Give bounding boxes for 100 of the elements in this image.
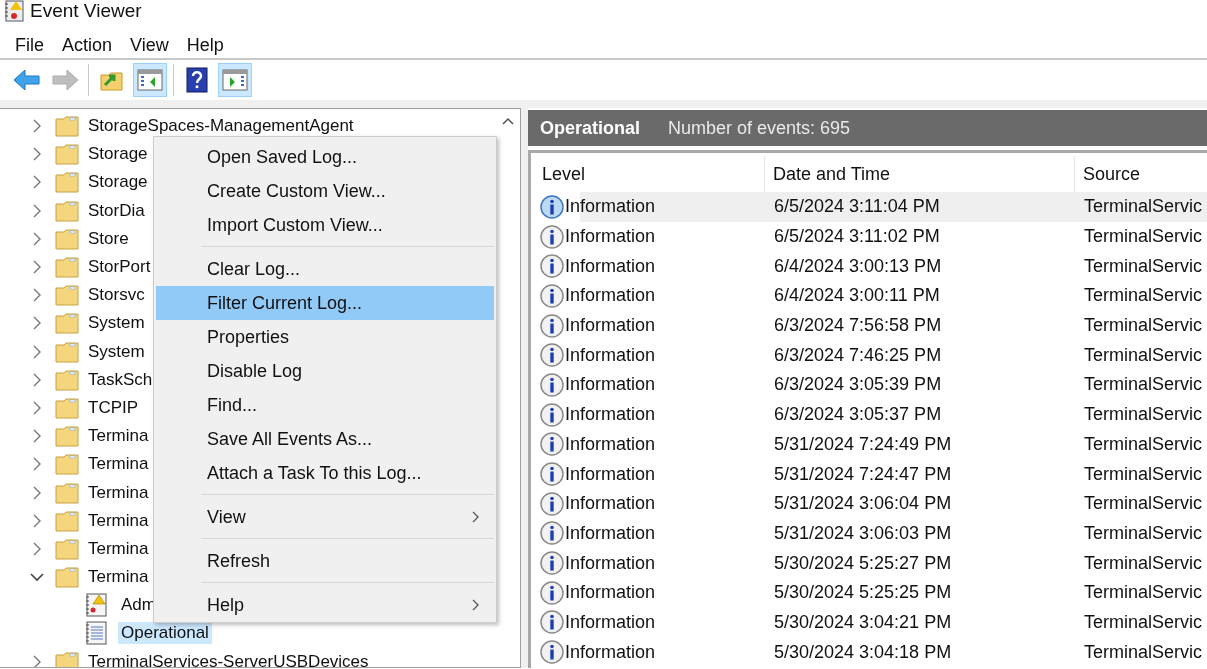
tree-item[interactable]: System <box>85 340 148 363</box>
context-menu-item[interactable]: Open Saved Log... <box>156 140 494 174</box>
source-cell-text: TerminalServic <box>1083 552 1204 574</box>
context-menu-item[interactable]: Import Custom View... <box>156 208 494 242</box>
level-text: Information <box>565 315 656 337</box>
source-cell-text: TerminalServic <box>1083 315 1204 337</box>
date-time-cell-text: 5/31/2024 7:24:49 PM <box>773 433 953 455</box>
event-row[interactable]: Information 5/31/2024 7:24:47 PM TerminalServic <box>534 459 1207 489</box>
tree-item[interactable]: Operational <box>118 622 212 645</box>
level-text: Information <box>565 611 656 633</box>
log-title: Operational <box>540 117 641 139</box>
window-title: Event Viewer <box>30 0 142 22</box>
tree-item[interactable]: StorDia <box>85 199 148 222</box>
tree-item[interactable]: Termina <box>85 481 152 504</box>
event-row[interactable]: Information 5/31/2024 3:06:03 PM TerminalServic <box>534 518 1207 549</box>
event-row[interactable]: Information 6/3/2024 7:46:25 PM TerminalServic <box>534 340 1207 371</box>
event-row[interactable]: Information 6/4/2024 3:00:11 PM TerminalServic <box>534 281 1207 311</box>
event-row[interactable]: Information 6/3/2024 7:56:58 PM TerminalServic <box>534 310 1207 341</box>
context-menu-item[interactable]: Clear Log... <box>156 252 494 286</box>
folder-icon <box>55 368 79 391</box>
info-icon <box>540 343 564 368</box>
event-row[interactable]: Information 5/30/2024 5:25:27 PM TerminalServic <box>534 548 1207 578</box>
tree-item[interactable]: StorPort <box>85 256 154 279</box>
context-menu-item[interactable]: Help <box>156 588 494 622</box>
event-row[interactable]: Information 6/3/2024 3:05:39 PM TerminalServic <box>534 370 1207 400</box>
tree-item[interactable]: Termina <box>85 453 152 476</box>
tree-item[interactable]: Termina <box>85 566 152 589</box>
folder-arrow-icon <box>100 69 124 91</box>
date-time-cell-text: 6/4/2024 3:00:11 PM <box>773 285 941 307</box>
tree-item[interactable]: StorageSpaces-ManagementAgent <box>85 115 357 138</box>
level-text: Information <box>565 463 656 485</box>
date-time-cell-text: 5/31/2024 3:06:04 PM <box>773 493 953 515</box>
date-time-cell-text: 5/30/2024 3:04:18 PM <box>773 641 953 663</box>
level-text: Information <box>565 641 656 663</box>
level-text: Information <box>565 404 656 426</box>
date-time-cell-text: 6/3/2024 7:56:58 PM <box>773 315 943 337</box>
context-menu-item[interactable]: Create Custom View... <box>156 174 494 208</box>
date-time-cell-text: 5/30/2024 3:04:21 PM <box>773 611 953 633</box>
tree-item[interactable]: TCPIP <box>85 396 142 419</box>
menu-item[interactable]: Action <box>53 34 122 56</box>
context-menu-item[interactable]: View <box>156 500 494 534</box>
source-cell-text: TerminalServic <box>1083 285 1204 307</box>
info-icon <box>540 491 564 516</box>
date-time-cell-text: 5/30/2024 5:25:27 PM <box>773 552 953 574</box>
event-row[interactable]: Information 5/31/2024 3:06:04 PM TerminalServic <box>534 488 1207 519</box>
tree-item[interactable]: Termina <box>85 537 152 560</box>
context-menu-item[interactable]: Attach a Task To this Log... <box>156 456 494 490</box>
menu-item[interactable]: Help <box>177 34 233 56</box>
event-row[interactable]: Information 6/5/2024 3:11:02 PM TerminalServic <box>534 221 1207 252</box>
context-menu-item[interactable]: Save All Events As... <box>156 422 494 456</box>
date-time-cell-text: 6/3/2024 3:05:37 PM <box>773 404 943 426</box>
context-menu-item[interactable]: Filter Current Log... <box>156 286 494 320</box>
date-time-cell-text: 6/4/2024 3:00:13 PM <box>773 255 943 277</box>
level-text: Information <box>565 433 656 455</box>
log-icon <box>85 621 107 646</box>
info-icon <box>540 580 564 605</box>
event-row[interactable]: Information 6/3/2024 3:05:37 PM TerminalServic <box>534 399 1207 430</box>
forward-arrow-icon <box>51 69 79 91</box>
folder-icon <box>55 425 79 448</box>
info-icon <box>540 640 564 665</box>
folder-icon <box>55 537 79 560</box>
tree-item[interactable]: Termina <box>85 425 152 448</box>
info-icon <box>540 551 564 576</box>
menu-item[interactable]: View <box>121 34 178 56</box>
context-menu-item[interactable]: Find... <box>156 388 494 422</box>
scroll-up-icon[interactable] <box>502 117 514 125</box>
tree-item[interactable]: Storage <box>85 143 151 166</box>
event-row[interactable]: Information 5/31/2024 7:24:49 PM TerminalServic <box>534 429 1207 460</box>
tree-item[interactable]: Storage <box>85 171 151 194</box>
level-text: Information <box>565 552 656 574</box>
folder-icon <box>55 396 79 419</box>
info-icon <box>540 402 564 427</box>
tree-item[interactable]: Storsvc <box>85 284 148 307</box>
menu-item[interactable]: File <box>6 34 53 56</box>
event-row[interactable]: Information 5/30/2024 3:04:18 PM TerminalServic <box>534 637 1207 667</box>
level-text: Information <box>565 226 656 248</box>
context-menu-item[interactable]: Disable Log <box>156 354 494 388</box>
level-text: Information <box>565 285 656 307</box>
context-menu-item[interactable]: Refresh <box>156 544 494 578</box>
tree-item[interactable]: TaskSch <box>85 368 156 391</box>
source-cell-text: TerminalServic <box>1083 374 1204 396</box>
column-header[interactable]: Level <box>534 156 765 192</box>
event-row[interactable]: Information 5/30/2024 3:04:21 PM TerminalServic <box>534 607 1207 638</box>
pane-toggle-icon <box>222 68 248 92</box>
date-time-cell-text: 5/31/2024 3:06:03 PM <box>773 522 953 544</box>
level-text: Information <box>565 582 656 604</box>
folder-icon <box>55 453 79 476</box>
info-icon <box>540 194 564 219</box>
tree-item[interactable]: TerminalServices-ServerUSBDevices <box>85 650 372 667</box>
source-cell-text: TerminalServic <box>1083 433 1204 455</box>
event-row[interactable]: Information 6/4/2024 3:00:13 PM TerminalServic <box>534 251 1207 282</box>
date-time-cell-text: 5/30/2024 5:25:25 PM <box>773 582 953 604</box>
tree-item[interactable]: Termina <box>85 509 152 532</box>
event-row[interactable]: Information 5/30/2024 5:25:25 PM TerminalServic <box>534 577 1207 608</box>
column-header[interactable]: Date and Time <box>765 156 1075 192</box>
tree-item[interactable]: System <box>85 312 148 335</box>
tree-item[interactable]: Store <box>85 227 132 250</box>
info-icon <box>540 521 564 546</box>
column-header[interactable]: Source <box>1075 156 1207 192</box>
context-menu-item[interactable]: Properties <box>156 320 494 354</box>
